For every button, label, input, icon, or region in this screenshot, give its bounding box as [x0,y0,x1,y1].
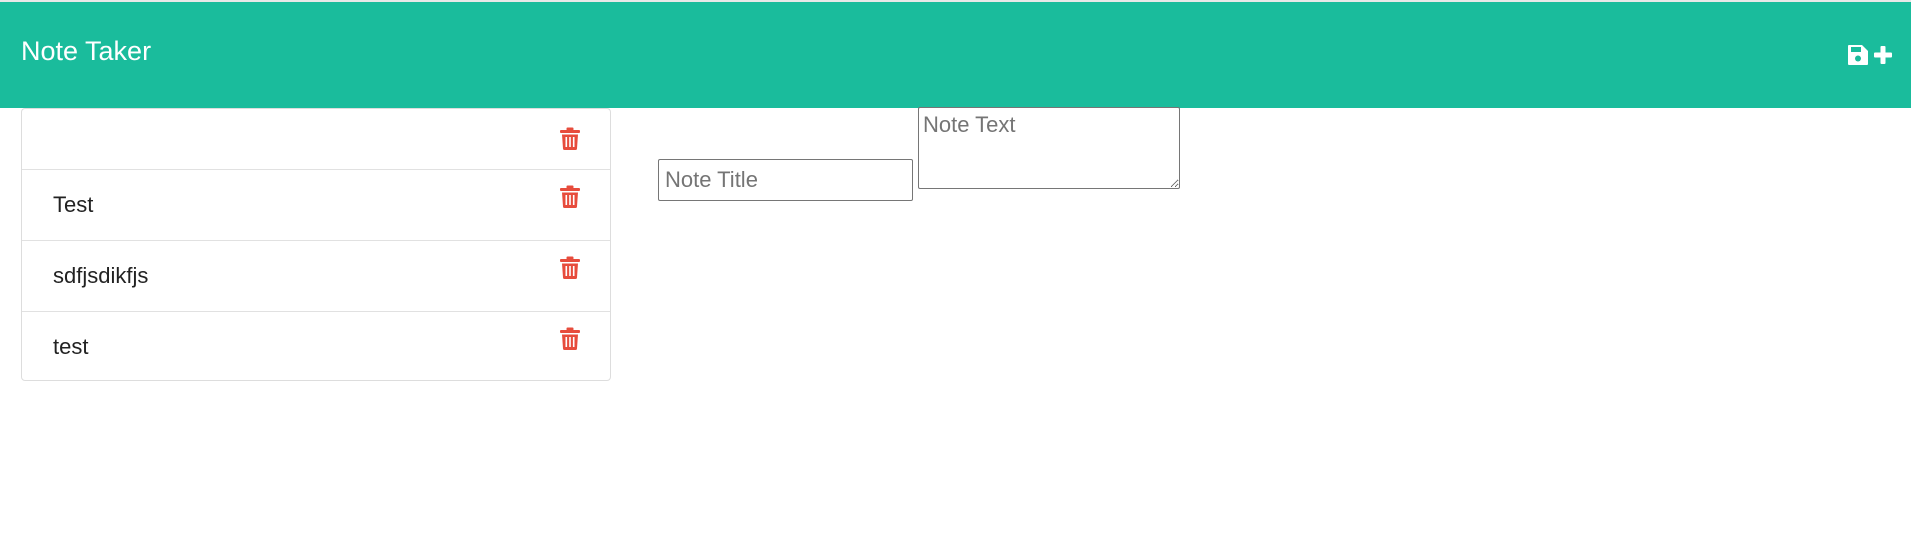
note-item-title: test [53,334,89,359]
trash-icon [560,185,580,208]
brand-title[interactable]: Note Taker [21,38,151,65]
list-item[interactable] [22,109,610,169]
list-item[interactable]: test [22,311,610,380]
list-item[interactable]: sdfjsdikfjs [22,240,610,311]
delete-note-button[interactable] [560,256,580,279]
plus-icon [1874,46,1892,64]
nav-actions [1847,44,1893,66]
delete-note-button[interactable] [560,127,580,150]
trash-icon [560,256,580,279]
note-text-input[interactable] [918,107,1180,189]
delete-note-button[interactable] [560,185,580,208]
note-item-title: sdfjsdikfjs [53,263,149,288]
new-note-button[interactable] [1873,45,1893,65]
save-icon [1848,45,1868,65]
trash-icon [560,327,580,350]
trash-icon [560,127,580,150]
list-item[interactable]: Test [22,169,610,240]
note-list: Test sdfjsdikfjs test [21,108,611,381]
note-title-input[interactable] [658,159,913,201]
save-note-button[interactable] [1847,44,1869,66]
navbar: Note Taker [0,2,1911,108]
note-item-title: Test [53,192,94,217]
delete-note-button[interactable] [560,327,580,350]
